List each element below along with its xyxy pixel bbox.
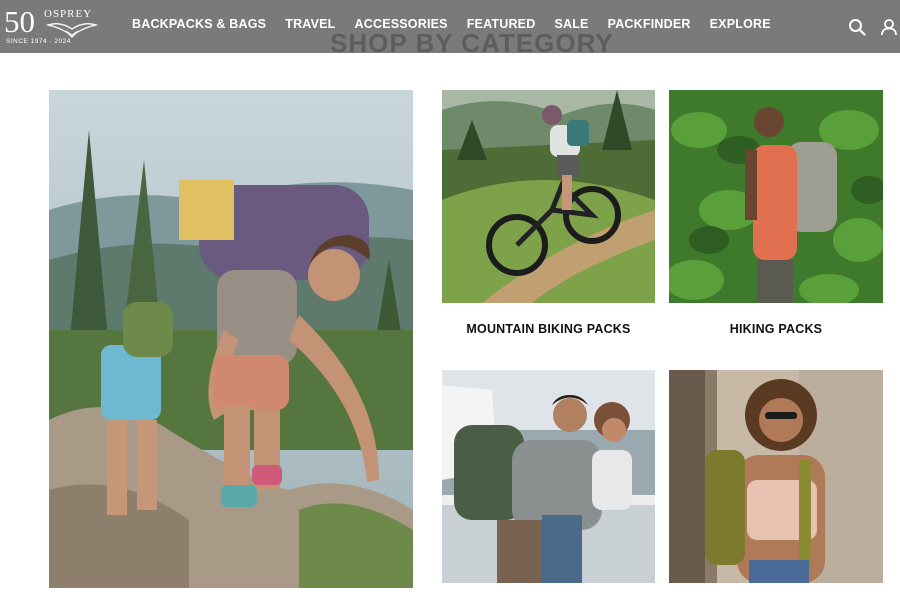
smiling-woman-daypack-image <box>669 370 883 583</box>
section-title-behind-header: SHOP BY CATEGORY <box>330 28 614 53</box>
category-tile-hiking[interactable] <box>669 90 883 303</box>
category-tile-daypacks[interactable] <box>669 370 883 583</box>
category-tile-hiking-large[interactable] <box>49 90 413 588</box>
logo-anniversary-number: 50 <box>4 4 35 39</box>
caption-mountain-biking-packs[interactable]: MOUNTAIN BIKING PACKS <box>442 322 655 336</box>
user-icon[interactable] <box>880 18 898 36</box>
osprey-logo[interactable]: 50 OSPREY SINCE 1974 · 2024 <box>4 4 98 48</box>
nav-featured[interactable]: FEATURED <box>467 17 536 31</box>
mountain-biker-trail-image <box>442 90 655 303</box>
nav-accessories[interactable]: ACCESSORIES <box>355 17 448 31</box>
osprey-bird-icon <box>46 23 98 38</box>
main-navigation: BACKPACKS & BAGS TRAVEL ACCESSORIES FEAT… <box>132 17 790 31</box>
site-header: SHOP BY CATEGORY 50 OSPREY SINCE 1974 · … <box>0 0 900 53</box>
category-tile-mountain-biking[interactable] <box>442 90 655 303</box>
couple-ferry-travel-image <box>442 370 655 583</box>
hikers-scrambling-rocks-image <box>49 90 413 588</box>
search-icon[interactable] <box>848 18 866 36</box>
nav-sale[interactable]: SALE <box>554 17 588 31</box>
nav-explore[interactable]: EXPLORE <box>710 17 771 31</box>
caption-hiking-packs[interactable]: HIKING PACKS <box>669 322 883 336</box>
category-tile-travel[interactable] <box>442 370 655 583</box>
logo-since-text: SINCE 1974 · 2024 <box>6 38 71 45</box>
nav-travel[interactable]: TRAVEL <box>285 17 335 31</box>
nav-backpacks-bags[interactable]: BACKPACKS & BAGS <box>132 17 266 31</box>
nav-packfinder[interactable]: PACKFINDER <box>608 17 691 31</box>
hiker-green-foliage-image <box>669 90 883 303</box>
